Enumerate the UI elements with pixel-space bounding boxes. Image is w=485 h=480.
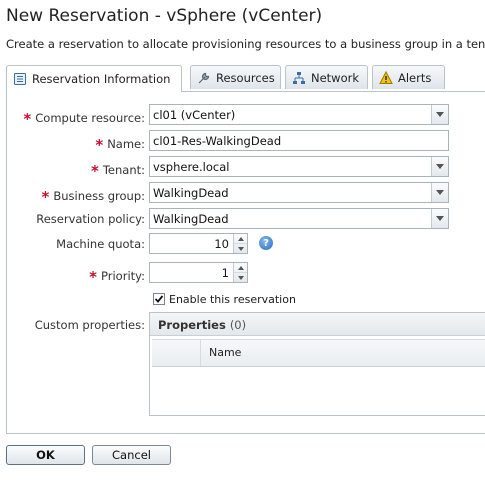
chevron-down-icon[interactable] (431, 209, 448, 228)
business-group-row: * Business group: WalkingDead (7, 182, 485, 206)
tab-label: Network (311, 70, 360, 85)
tab-label: Reservation Information (32, 72, 171, 86)
reservation-policy-select[interactable]: WalkingDead (149, 208, 449, 229)
business-group-label: Business group: (53, 189, 145, 203)
required-marker: * (23, 110, 32, 128)
tenant-row: * Tenant: vsphere.local (7, 156, 485, 180)
reservation-policy-label: Reservation policy: (36, 212, 145, 226)
required-marker: * (90, 162, 99, 180)
name-input[interactable]: cl01-Res-WalkingDead (149, 130, 449, 151)
enable-reservation-row: Enable this reservation (153, 291, 296, 307)
machine-quota-value: 10 (214, 237, 229, 251)
tab-network[interactable]: Network (285, 65, 368, 89)
priority-value: 1 (221, 266, 229, 280)
required-marker: * (89, 268, 98, 286)
enable-reservation-checkbox[interactable] (153, 293, 165, 305)
name-value: cl01-Res-WalkingDead (153, 134, 282, 148)
reservation-policy-value: WalkingDead (153, 212, 229, 226)
name-label: Name: (107, 137, 145, 151)
checkmark-icon (154, 295, 164, 303)
tenant-select[interactable]: vsphere.local (149, 156, 449, 177)
properties-grid-count: (0) (229, 318, 247, 332)
compute-resource-value: cl01 (vCenter) (153, 108, 236, 122)
properties-grid-title: Properties (158, 318, 226, 332)
compute-resource-row: * Compute resource: cl01 (vCenter) (7, 104, 485, 128)
reservation-information-panel: * Compute resource: cl01 (vCenter) * Name:… (6, 91, 485, 434)
chevron-down-icon[interactable] (431, 183, 448, 202)
chevron-down-icon[interactable] (431, 105, 448, 124)
custom-properties-label: Custom properties: (34, 318, 145, 332)
wrench-icon (197, 71, 211, 85)
ok-button[interactable]: OK (6, 445, 85, 465)
cancel-button[interactable]: Cancel (92, 445, 171, 465)
select-column-header[interactable] (152, 340, 201, 366)
name-column-header[interactable]: Name (209, 346, 241, 359)
name-row: * Name: cl01-Res-WalkingDead (7, 130, 485, 154)
page-title: New Reservation - vSphere (vCenter) (6, 6, 323, 26)
new-reservation-dialog: New Reservation - vSphere (vCenter) Crea… (0, 0, 485, 480)
machine-quota-row: Machine quota: 10 ? (7, 233, 485, 255)
custom-properties-grid: Properties (0) Name (149, 312, 485, 416)
network-icon (292, 71, 306, 85)
tab-bar: Reservation Information Resources Networ… (6, 65, 485, 92)
page-description: Create a reservation to allocate provisi… (6, 37, 485, 51)
reservation-info-icon (13, 72, 27, 86)
properties-column-header: Name (152, 339, 485, 367)
spin-down-icon[interactable] (234, 244, 247, 253)
priority-stepper[interactable]: 1 (149, 262, 248, 283)
business-group-value: WalkingDead (153, 186, 229, 200)
compute-resource-select[interactable]: cl01 (vCenter) (149, 104, 449, 125)
properties-grid-header: Properties (0) (150, 313, 485, 336)
business-group-select[interactable]: WalkingDead (149, 182, 449, 203)
spin-up-icon[interactable] (234, 263, 247, 273)
compute-resource-label: Compute resource: (35, 111, 145, 125)
machine-quota-stepper[interactable]: 10 (149, 233, 248, 254)
enable-reservation-label[interactable]: Enable this reservation (169, 293, 296, 306)
priority-row: * Priority: 1 (7, 262, 485, 286)
chevron-down-icon[interactable] (431, 157, 448, 176)
tab-label: Alerts (398, 70, 432, 85)
tenant-label: Tenant: (102, 163, 145, 177)
required-marker: * (95, 136, 104, 154)
warning-icon (379, 70, 393, 85)
reservation-policy-row: Reservation policy: WalkingDead (7, 208, 485, 230)
help-icon[interactable]: ? (259, 236, 273, 250)
tab-resources[interactable]: Resources (190, 65, 281, 89)
spin-down-icon[interactable] (234, 273, 247, 282)
required-marker: * (41, 188, 50, 206)
tab-alerts[interactable]: Alerts (372, 65, 445, 89)
priority-label: Priority: (101, 269, 145, 283)
spin-up-icon[interactable] (234, 234, 247, 244)
tab-label: Resources (216, 70, 275, 85)
tab-reservation-information[interactable]: Reservation Information (6, 65, 182, 92)
machine-quota-label: Machine quota: (56, 237, 145, 251)
tenant-value: vsphere.local (153, 160, 230, 174)
